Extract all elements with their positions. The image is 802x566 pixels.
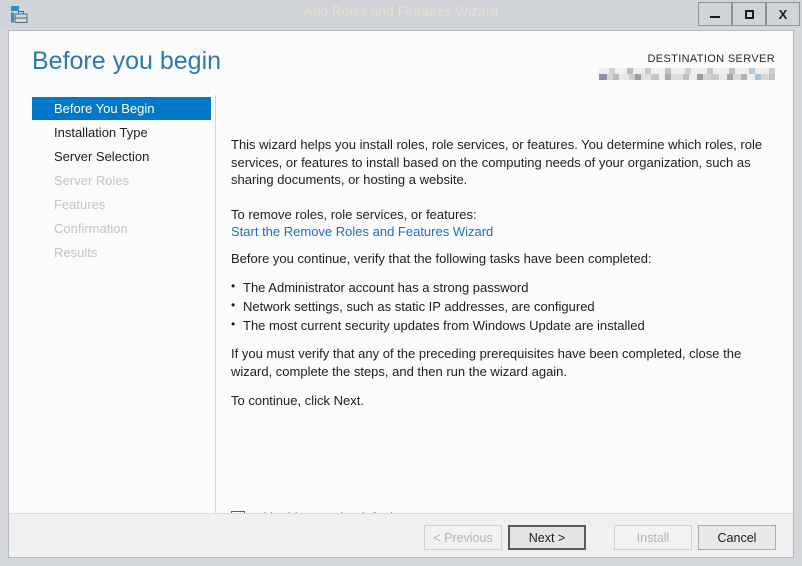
wizard-content-pane: This wizard helps you install roles, rol… [216, 95, 793, 513]
minimize-button[interactable] [698, 2, 732, 26]
next-button[interactable]: Next > [508, 525, 586, 550]
list-item: The most current security updates from W… [231, 316, 776, 335]
sidebar-item-label: Features [54, 197, 105, 212]
maximize-button[interactable] [732, 2, 766, 26]
page-title: Before you begin [32, 47, 221, 76]
list-item: Network settings, such as static IP addr… [231, 297, 776, 316]
list-item: The Administrator account has a strong p… [231, 278, 776, 297]
cancel-button[interactable]: Cancel [698, 525, 776, 550]
wizard-footer: < Previous Next > Install Cancel [9, 513, 793, 557]
sidebar-item-features: Features [32, 193, 211, 216]
close-icon: X [779, 8, 788, 21]
prerequisite-task-list: The Administrator account has a strong p… [231, 278, 776, 335]
destination-server-label: DESTINATION SERVER [599, 53, 775, 65]
minimize-icon [710, 16, 720, 18]
destination-server-value-redacted [599, 68, 775, 80]
sidebar-item-label: Server Roles [54, 173, 129, 188]
previous-button: < Previous [424, 525, 502, 550]
wizard-window: Add Roles and Features Wizard X Before y… [0, 0, 802, 566]
verify-prompt: Before you continue, verify that the fol… [231, 250, 776, 268]
wizard-steps-sidebar: Before You Begin Installation Type Serve… [9, 95, 216, 513]
intro-paragraph: This wizard helps you install roles, rol… [231, 136, 776, 189]
install-button: Install [614, 525, 692, 550]
window-title: Add Roles and Features Wizard [0, 4, 802, 19]
continue-note: To continue, click Next. [231, 392, 776, 410]
sidebar-item-server-roles: Server Roles [32, 169, 211, 192]
sidebar-item-confirmation: Confirmation [32, 217, 211, 240]
sidebar-item-label: Installation Type [54, 125, 148, 140]
remove-roles-wizard-link[interactable]: Start the Remove Roles and Features Wiza… [231, 224, 493, 239]
wizard-header: Before you begin DESTINATION SERVER [9, 31, 793, 95]
sidebar-item-label: Confirmation [54, 221, 128, 236]
title-bar[interactable]: Add Roles and Features Wizard X [0, 0, 802, 28]
close-button[interactable]: X [766, 2, 800, 26]
sidebar-item-label: Server Selection [54, 149, 149, 164]
sidebar-item-label: Before You Begin [54, 101, 154, 116]
sidebar-item-label: Results [54, 245, 97, 260]
sidebar-item-before-you-begin[interactable]: Before You Begin [32, 97, 211, 120]
prerequisite-note: If you must verify that any of the prece… [231, 345, 776, 380]
wizard-client-area: Before you begin DESTINATION SERVER Befo… [8, 30, 794, 558]
sidebar-item-installation-type[interactable]: Installation Type [32, 121, 211, 144]
remove-prompt: To remove roles, role services, or featu… [231, 206, 776, 224]
sidebar-item-server-selection[interactable]: Server Selection [32, 145, 211, 168]
sidebar-item-results: Results [32, 241, 211, 264]
server-manager-icon [10, 5, 29, 24]
destination-server-block: DESTINATION SERVER [599, 53, 775, 80]
maximize-icon [745, 10, 754, 19]
